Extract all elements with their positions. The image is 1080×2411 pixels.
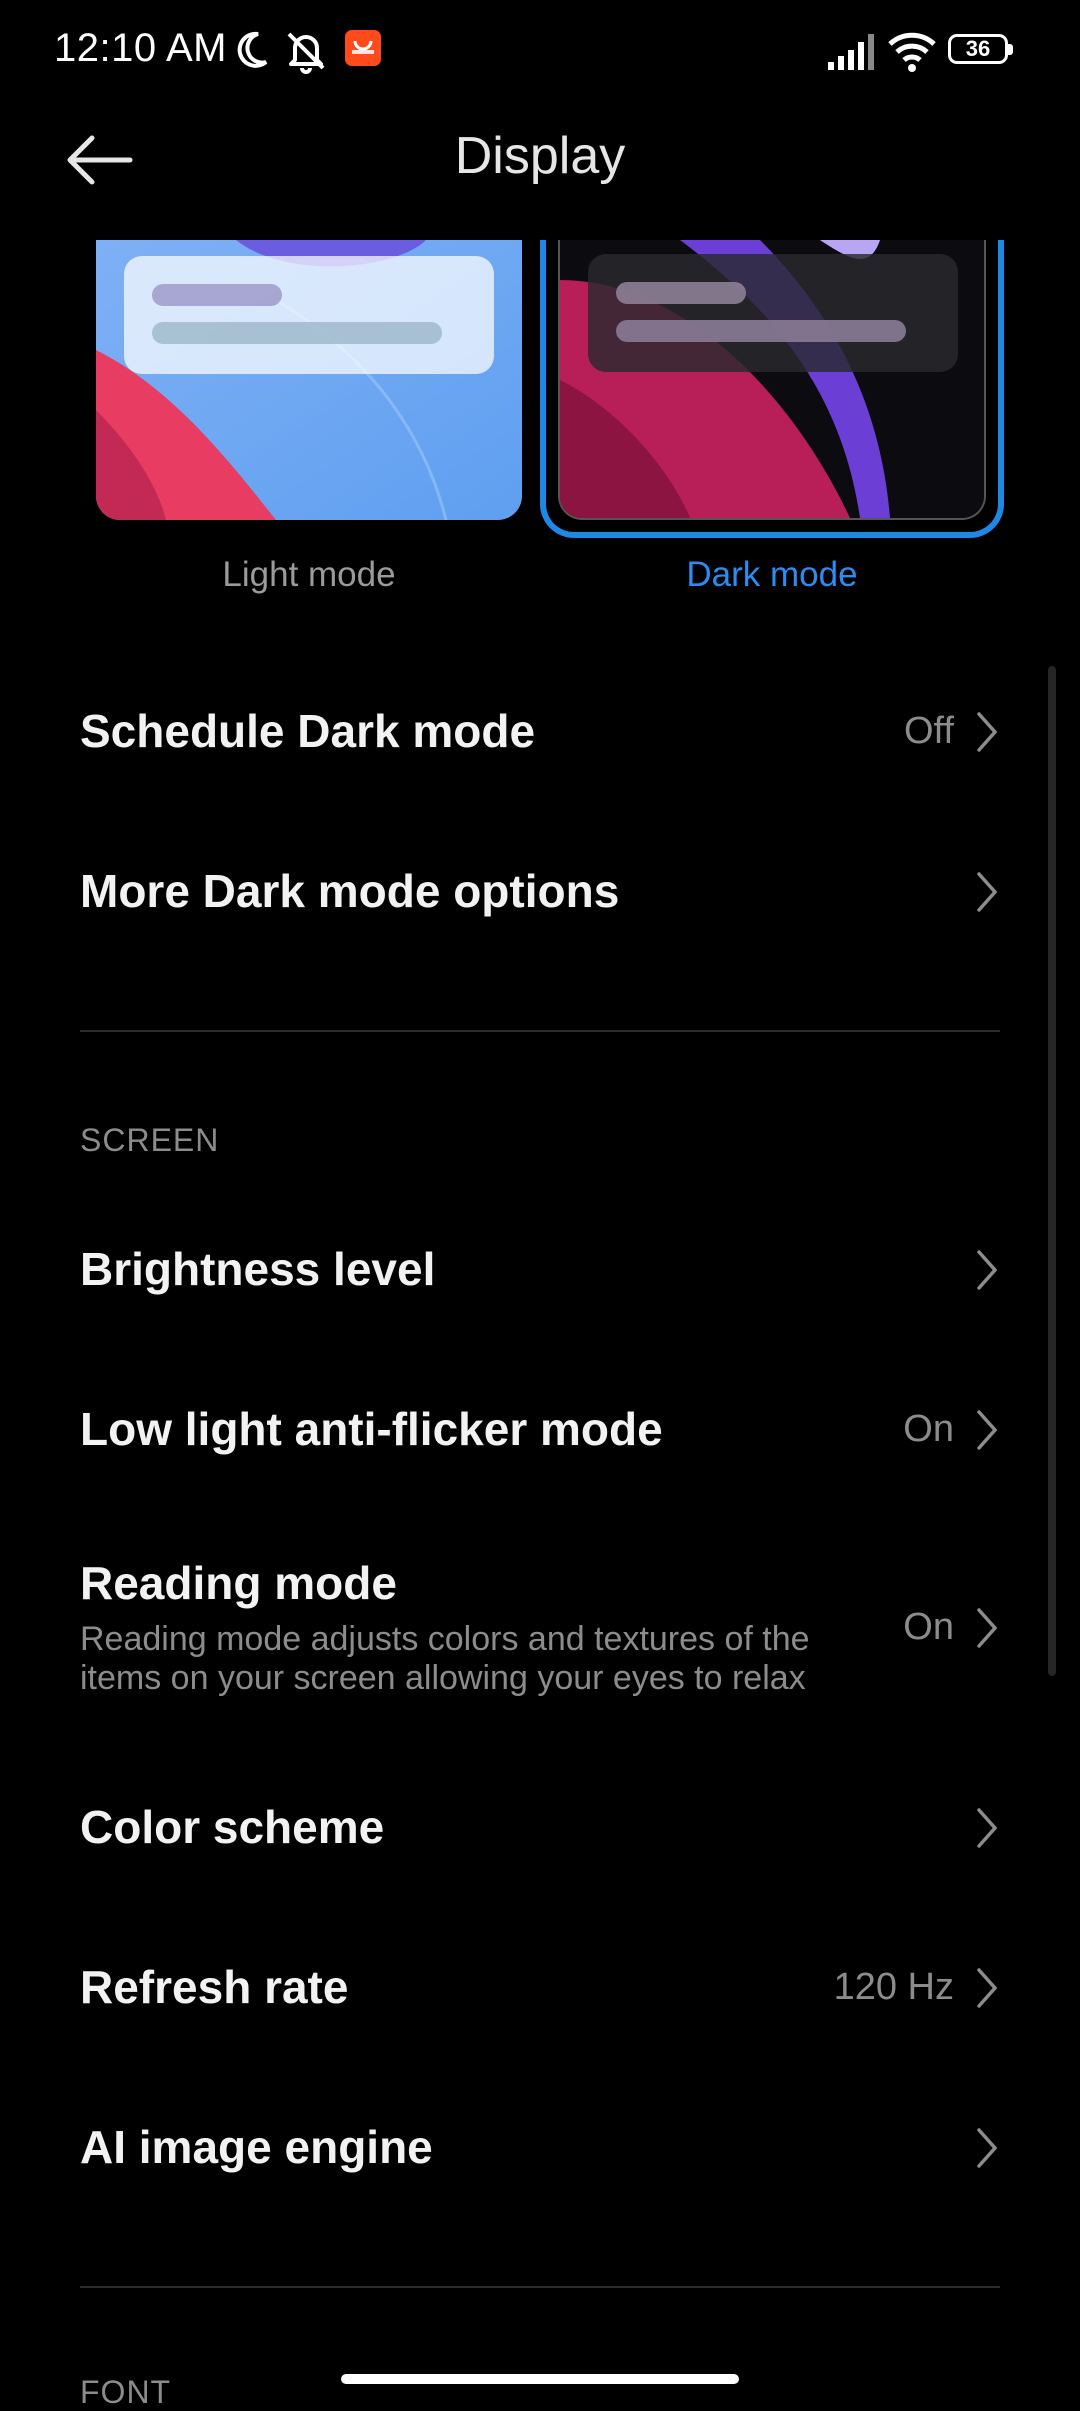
chevron-right-icon	[977, 1808, 998, 1848]
app-notification-icon	[345, 30, 381, 66]
chevron-right-icon	[977, 1250, 998, 1290]
schedule-dark-mode-row[interactable]: Schedule Dark mode Off	[80, 700, 1000, 764]
row-value: On	[903, 1606, 954, 1648]
ai-image-engine-row[interactable]: AI image engine	[80, 2116, 1000, 2180]
brightness-level-row[interactable]: Brightness level	[80, 1238, 1000, 1302]
screen-section-header: SCREEN	[80, 1122, 220, 1158]
light-mode-label[interactable]: Light mode	[96, 555, 522, 595]
row-title: Color scheme	[80, 1801, 385, 1853]
dark-mode-label[interactable]: Dark mode	[540, 555, 1004, 595]
row-title: Schedule Dark mode	[80, 705, 536, 757]
reading-mode-description: Reading mode adjusts colors and textures…	[80, 1620, 900, 1698]
chevron-right-icon	[977, 712, 998, 752]
status-bar: 12:10 AM 36	[0, 0, 1080, 110]
row-title: Reading mode	[80, 1557, 397, 1609]
more-dark-mode-options-row[interactable]: More Dark mode options	[80, 860, 1000, 924]
dark-mode-wallpaper	[560, 240, 984, 518]
description-line: Reading mode adjusts colors and textures…	[80, 1620, 810, 1658]
chevron-right-icon	[977, 872, 998, 912]
chevron-right-icon	[977, 1968, 998, 2008]
row-title: Low light anti-flicker mode	[80, 1403, 663, 1455]
row-value: Off	[904, 710, 954, 752]
cell-signal-icon	[828, 34, 874, 70]
dark-mode-preview[interactable]	[558, 240, 986, 520]
description-line: items on your screen allowing your eyes …	[80, 1659, 806, 1697]
color-scheme-row[interactable]: Color scheme	[80, 1796, 1000, 1860]
scrollbar[interactable]	[1048, 666, 1056, 1676]
light-mode-preview[interactable]	[96, 240, 522, 520]
row-title: Refresh rate	[80, 1961, 349, 2013]
battery-level: 36	[965, 36, 991, 61]
battery-icon: 36	[948, 34, 1016, 68]
low-light-anti-flicker-row[interactable]: Low light anti-flicker mode On	[80, 1398, 1000, 1462]
page-title: Display	[454, 127, 626, 185]
row-value: 120 Hz	[833, 1966, 954, 2008]
do-not-disturb-moon-icon	[237, 31, 268, 68]
row-title: More Dark mode options	[80, 865, 620, 917]
row-value: On	[903, 1408, 954, 1450]
row-title: AI image engine	[80, 2121, 433, 2173]
chevron-right-icon	[977, 2128, 998, 2168]
home-indicator[interactable]	[341, 2374, 739, 2384]
chevron-right-icon	[977, 1410, 998, 1450]
chevron-right-icon	[977, 1608, 998, 1648]
status-time: 12:10 AM	[54, 26, 228, 70]
section-divider	[80, 1030, 1000, 1032]
row-title: Brightness level	[80, 1243, 436, 1295]
muted-bell-icon	[287, 32, 325, 74]
reading-mode-row[interactable]: Reading mode Reading mode adjusts colors…	[80, 1556, 1000, 1706]
font-section-header: FONT	[80, 2374, 172, 2410]
wifi-icon	[888, 32, 936, 72]
app-header: Display	[0, 110, 1080, 210]
light-mode-wallpaper	[96, 240, 522, 520]
refresh-rate-row[interactable]: Refresh rate 120 Hz	[80, 1956, 1000, 2020]
section-divider	[80, 2286, 1000, 2288]
